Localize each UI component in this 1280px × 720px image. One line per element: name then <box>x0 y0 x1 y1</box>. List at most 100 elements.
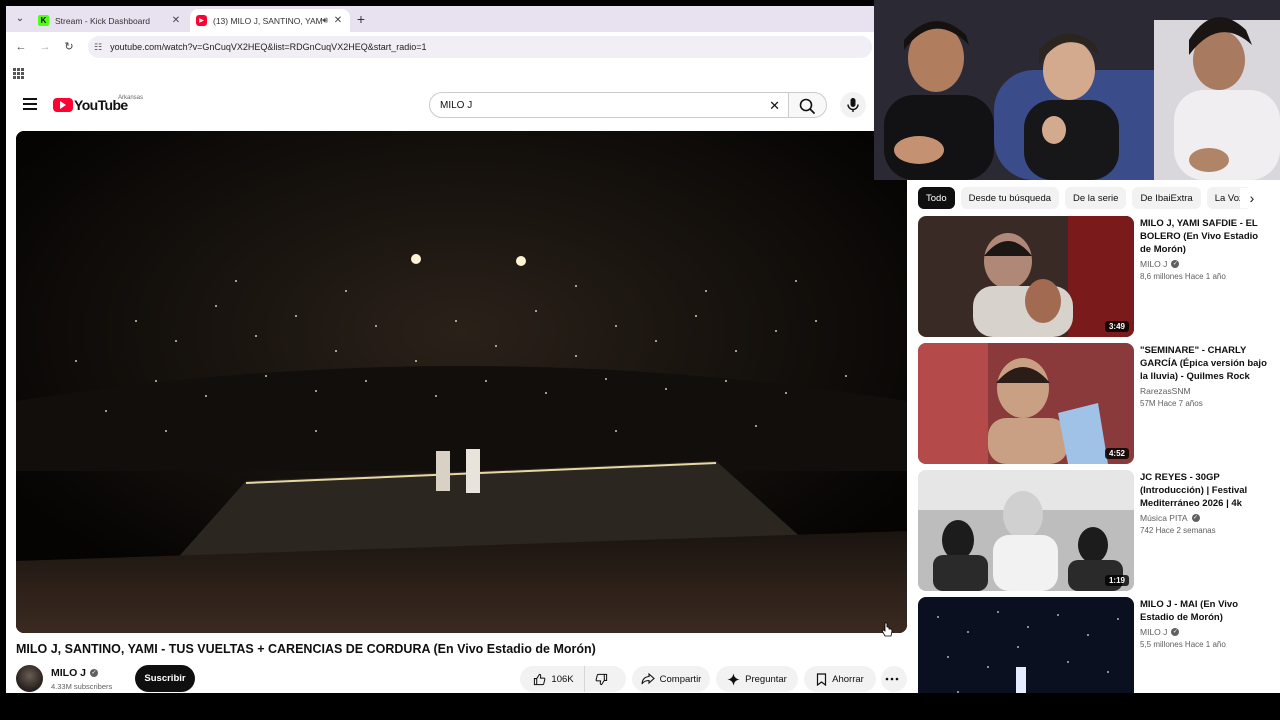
search-button[interactable] <box>789 92 827 118</box>
recommendation-title[interactable]: MILO J, YAMI SAFDIE - EL BOLERO (En Vivo… <box>1140 217 1268 256</box>
recommendation-channel[interactable]: MILO J ✓ <box>1140 259 1268 269</box>
webcam-overlay <box>874 0 1280 180</box>
recommendation-info: JC REYES - 30GP (Introducción) | Festiva… <box>1140 471 1268 535</box>
duration-badge: 3:49 <box>1104 321 1129 332</box>
bookmarks-bar <box>6 62 874 86</box>
voice-search-button[interactable] <box>840 92 866 118</box>
clear-icon[interactable]: ✕ <box>769 98 780 114</box>
duration-badge: 4:52 <box>1104 448 1129 459</box>
verified-icon: ✓ <box>1171 628 1180 636</box>
youtube-icon: ▶ <box>196 15 207 26</box>
more-actions-button[interactable] <box>881 666 907 692</box>
subscribe-button[interactable]: Suscribir <box>135 665 195 692</box>
recommendation-title[interactable]: "SEMINARE" - CHARLY GARCÍA (Épica versió… <box>1140 344 1268 383</box>
share-button[interactable]: Compartir <box>632 666 710 692</box>
youtube-logo[interactable]: YouTube Arkansas <box>53 95 143 113</box>
thumbnail-image <box>918 343 1134 464</box>
chip-from-series[interactable]: De la serie <box>1065 187 1127 209</box>
back-arrow-icon[interactable]: ← <box>14 40 28 54</box>
search-value: MILO J <box>440 99 473 111</box>
recommendation-channel[interactable]: MILO J ✓ <box>1140 627 1268 637</box>
recommendation-item[interactable]: MILO J - MAI (En Vivo Estadio de Morón) … <box>918 597 1268 693</box>
youtube-page: YouTube Arkansas MILO J ✕ MILO J, SANTIN… <box>6 86 912 693</box>
recommendation-info: "SEMINARE" - CHARLY GARCÍA (Épica versió… <box>1140 344 1268 408</box>
site-info-icon[interactable]: ☷ <box>94 42 102 53</box>
forward-arrow-icon[interactable]: → <box>38 40 52 54</box>
youtube-header: YouTube Arkansas MILO J ✕ <box>6 86 912 124</box>
close-tab-icon[interactable]: ✕ <box>332 15 344 26</box>
chip-from-search[interactable]: Desde tu búsqueda <box>960 187 1060 209</box>
country-code: Arkansas <box>118 95 144 101</box>
recommendation-item[interactable]: 4:52 "SEMINARE" - CHARLY GARCÍA (Épica v… <box>918 343 1268 465</box>
thumbs-up-icon <box>534 673 546 685</box>
channel-name[interactable]: MILO J ✓ <box>51 667 99 679</box>
search-input[interactable]: MILO J ✕ <box>429 92 789 118</box>
webcam-image-three-people <box>874 0 1280 180</box>
tab-search-dropdown-icon[interactable]: ⌄ <box>12 11 28 27</box>
like-count: 106K <box>551 673 574 685</box>
chip-from-ibaiextra[interactable]: De IbaiExtra <box>1132 187 1201 209</box>
recommendation-thumbnail[interactable] <box>918 597 1134 693</box>
dislike-button[interactable] <box>585 666 623 692</box>
thumbs-down-icon <box>595 673 607 685</box>
channel-avatar[interactable] <box>16 665 43 692</box>
recommendation-info: MILO J - MAI (En Vivo Estadio de Morón) … <box>1140 598 1268 649</box>
chip-all[interactable]: Todo <box>918 187 955 209</box>
channel-text: RarezasSNM <box>1140 386 1191 396</box>
recommendation-thumbnail[interactable]: 1:19 <box>918 470 1134 591</box>
screen: ⌄ K Stream - Kick Dashboard ✕ ▶ (13) MIL… <box>0 0 1280 720</box>
youtube-play-icon <box>53 98 73 112</box>
search-icon <box>799 98 815 114</box>
tab-bar: ⌄ K Stream - Kick Dashboard ✕ ▶ (13) MIL… <box>6 6 874 32</box>
filter-chips: Todo Desde tu búsqueda De la serie De Ib… <box>918 187 1268 209</box>
save-button[interactable]: Ahorrar <box>804 666 876 692</box>
reload-icon[interactable]: ↻ <box>62 40 76 54</box>
recommendations-sidebar: Todo Desde tu búsqueda De la serie De Ib… <box>912 180 1280 693</box>
recommendation-item[interactable]: 1:19 JC REYES - 30GP (Introducción) | Fe… <box>918 470 1268 592</box>
like-dislike-group: 106K <box>520 666 626 692</box>
subscriber-count: 4.33M subscribers <box>51 682 113 691</box>
microphone-icon <box>847 98 859 112</box>
tab-title: (13) MILO J, SANTINO, YAMI - TUS VUELTAS… <box>213 15 323 26</box>
menu-icon[interactable] <box>23 98 37 110</box>
save-label: Ahorrar <box>832 673 864 685</box>
thumbnail-image <box>918 597 1134 693</box>
sparkle-icon <box>727 672 740 686</box>
close-tab-icon[interactable]: ✕ <box>170 15 182 26</box>
like-button[interactable]: 106K <box>523 666 585 692</box>
url-text: youtube.com/watch?v=GnCuqVX2HEQ&list=RDG… <box>110 42 427 52</box>
recommendation-meta: 8,6 millones Hace 1 año <box>1140 272 1226 281</box>
address-bar[interactable]: ☷ youtube.com/watch?v=GnCuqVX2HEQ&list=R… <box>88 36 872 58</box>
share-label: Compartir <box>659 673 702 685</box>
recommendation-channel[interactable]: RarezasSNM <box>1140 386 1268 396</box>
recommendation-thumbnail[interactable]: 4:52 <box>918 343 1134 464</box>
channel-text: Música PITA <box>1140 513 1188 523</box>
new-tab-button[interactable]: + <box>353 11 369 27</box>
share-icon <box>641 673 655 685</box>
channel-name-text: MILO J <box>51 667 87 679</box>
verified-icon: ✓ <box>90 669 99 677</box>
apps-grid-icon[interactable] <box>13 68 24 79</box>
tab-title: Stream - Kick Dashboard <box>55 15 150 26</box>
video-title: MILO J, SANTINO, YAMI - TUS VUELTAS + CA… <box>16 642 596 656</box>
verified-icon: ✓ <box>1191 514 1200 522</box>
more-horizontal-icon <box>885 677 898 681</box>
recommendation-info: MILO J, YAMI SAFDIE - EL BOLERO (En Vivo… <box>1140 217 1268 281</box>
ask-label: Preguntar <box>745 673 787 685</box>
chevron-right-icon[interactable]: › <box>1240 188 1264 208</box>
tab-youtube-video[interactable]: ▶ (13) MILO J, SANTINO, YAMI - TUS VUELT… <box>190 9 350 32</box>
ask-button[interactable]: Preguntar <box>716 666 798 692</box>
video-player[interactable] <box>16 131 907 633</box>
thumbnail-image <box>918 470 1134 591</box>
recommendation-thumbnail[interactable]: 3:49 <box>918 216 1134 337</box>
recommendation-title[interactable]: JC REYES - 30GP (Introducción) | Festiva… <box>1140 471 1268 510</box>
recommendation-meta: 742 Hace 2 semanas <box>1140 526 1216 535</box>
speaker-icon[interactable]: 🔊︎ <box>322 15 328 26</box>
tab-kick-dashboard[interactable]: K Stream - Kick Dashboard ✕ <box>32 9 188 32</box>
video-frame-concert <box>16 131 907 633</box>
browser-chrome: ⌄ K Stream - Kick Dashboard ✕ ▶ (13) MIL… <box>6 6 874 86</box>
recommendation-item[interactable]: 3:49 MILO J, YAMI SAFDIE - EL BOLERO (En… <box>918 216 1268 338</box>
recommendation-channel[interactable]: Música PITA ✓ <box>1140 513 1268 523</box>
channel-text: MILO J <box>1140 259 1168 269</box>
recommendation-title[interactable]: MILO J - MAI (En Vivo Estadio de Morón) <box>1140 598 1268 624</box>
